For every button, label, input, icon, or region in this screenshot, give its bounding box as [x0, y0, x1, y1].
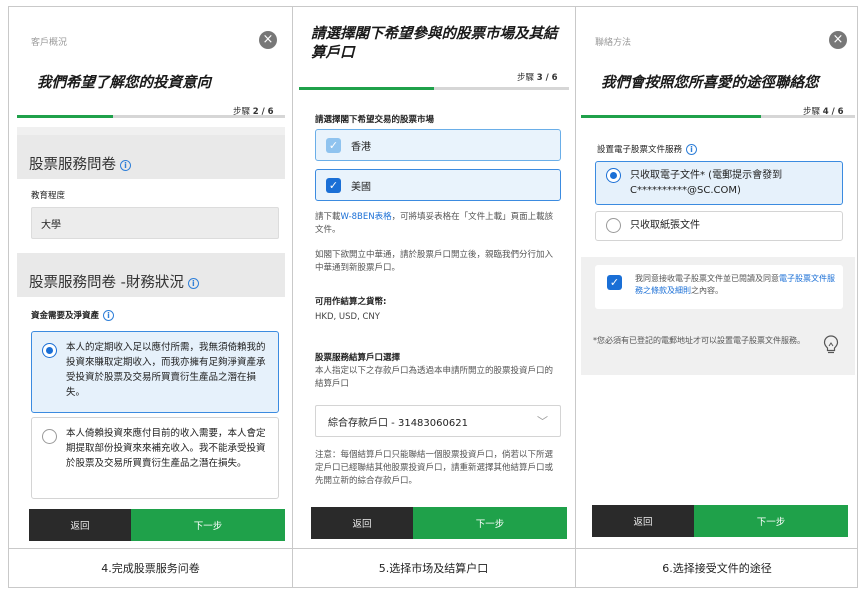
settlement-desc: 本人指定以下之存款戶口為透過本申請所開立的股票投資戶口的結算戶口 [315, 366, 554, 389]
education-block: 教育程度 大學 [17, 179, 285, 253]
panel-header: 客戶概況 × 我們希望了解您的投資意向 步驟 2 / 6 [17, 15, 285, 127]
doc-service-label: 設置電子股票文件服務 i [597, 143, 698, 155]
checkbox-checked-icon[interactable]: ✓ [607, 275, 622, 290]
close-icon[interactable]: × [259, 31, 277, 49]
close-icon[interactable]: × [829, 31, 847, 49]
market-option-us[interactable]: ✓ 美國 [315, 169, 561, 201]
agreement-text: 我同意接收電子股票文件並已閱讀及同意電子股票文件服務之條款及細則之內容。 [635, 274, 835, 295]
page-title: 我們會按照您所喜愛的途徑聯絡您 [601, 75, 819, 91]
checkbox-checked-icon[interactable]: ✓ [326, 177, 341, 193]
option-text: 只收取電子文件* (電郵提示會發到C**********@SC.COM) [630, 170, 783, 196]
back-button[interactable]: 返回 [29, 509, 131, 541]
info-icon[interactable]: i [120, 159, 131, 171]
info-icon[interactable]: i [187, 277, 199, 289]
electronic-doc-option[interactable]: 只收取電子文件* (電郵提示會發到C**********@SC.COM) [595, 161, 843, 205]
caption-step4: 4.完成股票服务问卷 [101, 562, 200, 575]
currency-value: HKD, USD, CNY [315, 312, 380, 322]
step-indicator: 步驟 3 / 6 [517, 73, 558, 83]
caption-step6: 6.选择接受文件的途径 [662, 562, 772, 575]
settlement-account-select[interactable]: 綜合存款戶口 - 31483060621 ﹀ [315, 405, 561, 437]
caption-step5: 5.选择市场及结算户口 [378, 562, 489, 575]
panel-market: 請選擇閣下希望參與的股票市場及其結算戶口 步驟 3 / 6 請選擇閣下希望交易的… [299, 15, 569, 545]
finance-block: 資金需要及淨資產 i 本人的定期收入足以應付所需，我無須倚賴我的投資來賺取定期收入… [17, 297, 285, 545]
radio-selected-icon[interactable] [42, 343, 57, 358]
progress-bar [17, 115, 113, 118]
back-button[interactable]: 返回 [311, 507, 413, 539]
back-button[interactable]: 返回 [592, 505, 694, 537]
next-button[interactable]: 下一步 [413, 507, 567, 539]
info-icon[interactable]: i [103, 310, 115, 321]
chevron-down-icon[interactable]: ﹀ [537, 413, 548, 429]
settlement-label: 股票服務結算戶口選擇 [315, 353, 401, 363]
next-button[interactable]: 下一步 [694, 505, 848, 537]
education-field[interactable]: 大學 [31, 207, 279, 239]
agreement-box: ✓ 我同意接收電子股票文件並已閱讀及同意電子股票文件服務之條款及細則之內容。 [595, 265, 843, 309]
section-title: 股票服務問卷 i [29, 153, 131, 174]
screenshot-frame: 客戶概況 × 我們希望了解您的投資意向 步驟 2 / 6 股票服務問卷 i 教育程… [8, 6, 858, 588]
market-label: 請選擇閣下希望交易的股票市場 [315, 115, 435, 125]
radio-selected-icon[interactable] [606, 168, 621, 183]
option-text: 只收取紙張文件 [630, 220, 700, 231]
market-option-hk[interactable]: ✓ 香港 [315, 129, 561, 161]
stock-connect-note: 如閣下欲開立中華通，請於股票戶口開立後，親臨我們分行加入中華通到新股票戶口。 [315, 250, 554, 273]
lightbulb-icon [823, 335, 839, 354]
panel-questionnaire: 客戶概況 × 我們希望了解您的投資意向 步驟 2 / 6 股票服務問卷 i 教育程… [17, 15, 285, 545]
column-divider [575, 7, 576, 587]
currency-label: 可用作結算之貨幣: [315, 297, 387, 307]
progress-bar [581, 115, 761, 118]
paper-doc-option[interactable]: 只收取紙張文件 [595, 211, 843, 241]
next-button[interactable]: 下一步 [131, 509, 285, 541]
w8ben-note: 請下載W-8BEN表格，可將填妥表格在「文件上載」頁面上載該文件。 [315, 212, 554, 235]
radio-unselected-icon[interactable] [42, 429, 57, 444]
option-text: 本人倚賴投資來應付目前的收入需要，本人會定期提取部份投資來來補充收入。我不能承受… [66, 428, 266, 469]
option-text: 本人的定期收入足以應付所需，我無須倚賴我的投資來賺取定期收入，而我亦擁有足夠淨資… [66, 342, 266, 398]
w8ben-link[interactable]: W-8BEN表格 [341, 212, 392, 222]
panel-contact: 聯絡方法 × 我們會按照您所喜愛的途徑聯絡您 步驟 4 / 6 設置電子股票文件… [581, 15, 855, 375]
checkbox-checked-icon[interactable]: ✓ [326, 137, 341, 153]
settlement-note: 注意：每個結算戶口只能聯結一個股票投資戶口，倘若以下所選定戶口已經聯結其他股票投… [315, 450, 554, 486]
column-divider [292, 7, 293, 587]
radio-unselected-icon[interactable] [606, 218, 621, 233]
page-title: 請選擇閣下希望參與的股票市場及其結算戶口 [311, 26, 558, 61]
progress-bar [299, 87, 434, 90]
option-text: 香港 [351, 141, 371, 153]
caption-divider [9, 548, 857, 549]
info-icon[interactable]: i [686, 144, 698, 155]
income-option-2[interactable]: 本人倚賴投資來應付目前的收入需要，本人會定期提取部份投資來來補充收入。我不能承受… [31, 417, 279, 499]
asset-label: 資金需要及淨資產 i [31, 309, 115, 321]
market-body: 請選擇閣下希望交易的股票市場 ✓ 香港 ✓ 美國 請下載W-8BEN表格，可將填… [299, 99, 569, 545]
breadcrumb: 客戶概況 [31, 38, 68, 48]
page-title: 我們希望了解您的投資意向 [37, 75, 211, 91]
income-option-1[interactable]: 本人的定期收入足以應付所需，我無須倚賴我的投資來賺取定期收入，而我亦擁有足夠淨資… [31, 331, 279, 413]
email-footnote: *您必須有已登記的電郵地址才可以設置電子股票文件服務。 [593, 336, 805, 345]
section-header: 股票服務問卷 i [17, 135, 285, 179]
section-title-finance: 股票服務問卷 -財務狀況 i [29, 271, 199, 292]
option-text: 美國 [351, 181, 371, 193]
selected-account: 綜合存款戶口 - 31483060621 [328, 417, 468, 429]
doc-service-block: 設置電子股票文件服務 i 只收取電子文件* (電郵提示會發到C**********… [581, 127, 855, 257]
education-label: 教育程度 [31, 191, 66, 201]
section-header-finance: 股票服務問卷 -財務狀況 i [17, 253, 285, 297]
panel-header: 聯絡方法 × 我們會按照您所喜愛的途徑聯絡您 步驟 4 / 6 [581, 15, 855, 127]
breadcrumb: 聯絡方法 [595, 38, 632, 48]
panel-header: 請選擇閣下希望參與的股票市場及其結算戶口 步驟 3 / 6 [299, 15, 569, 99]
